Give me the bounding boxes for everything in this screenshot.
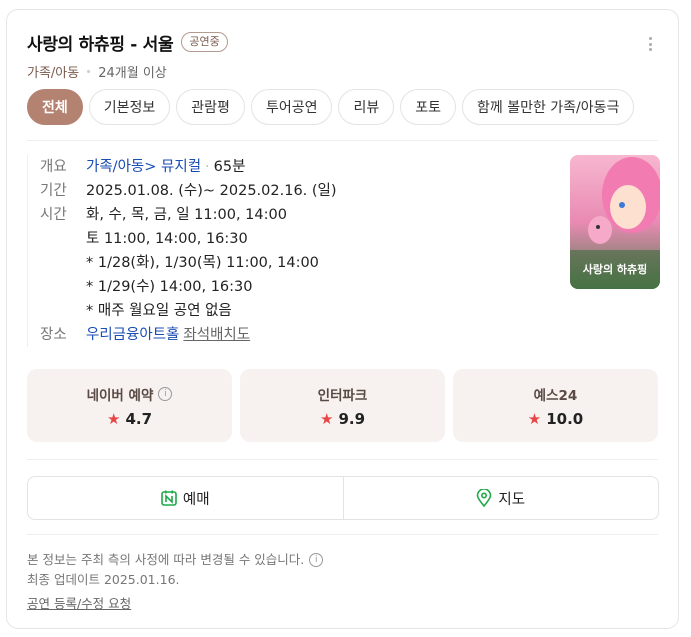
rating-source: 인터파크: [317, 387, 368, 404]
tab-all[interactable]: 전체: [27, 89, 83, 125]
category-link[interactable]: 가족/아동: [27, 62, 79, 81]
time-row: 시간 화, 수, 목, 금, 일 11:00, 14:00 토 11:00, 1…: [40, 203, 547, 323]
period-label: 기간: [40, 183, 67, 199]
genre-link[interactable]: 가족/아동: [86, 159, 144, 175]
poster-image[interactable]: 사랑의 하츄핑: [570, 155, 660, 289]
overview-label: 개요: [40, 159, 67, 175]
map-pin-icon: [476, 489, 492, 507]
action-bar: 예매 지도: [27, 476, 659, 520]
star-icon: ★: [106, 409, 121, 428]
time-label: 시간: [40, 207, 67, 223]
edit-request-link[interactable]: 공연 등록/수정 요청: [27, 593, 131, 612]
time-line: 화, 수, 목, 금, 일 11:00, 14:00: [86, 207, 287, 223]
rating-interpark[interactable]: 인터파크 ★ 9.9: [240, 369, 445, 442]
reserve-label: 예매: [182, 491, 210, 508]
tab-reviews[interactable]: 리뷰: [338, 89, 395, 125]
rating-score: 10.0: [546, 409, 584, 428]
notice-text: 본 정보는 주최 측의 사정에 따라 변경될 수 있습니다.: [27, 552, 305, 567]
rating-yes24[interactable]: 예스24 ★ 10.0: [453, 369, 658, 442]
time-line: * 1/29(수) 14:00, 16:30: [86, 279, 253, 295]
tab-photos[interactable]: 포토: [400, 89, 456, 125]
rating-score: 4.7: [125, 409, 153, 428]
time-line: * 매주 월요일 공연 없음: [86, 303, 232, 319]
status-badge: 공연중: [181, 32, 228, 52]
separator-dot: [87, 70, 91, 73]
tab-tour[interactable]: 투어공연: [250, 89, 333, 125]
star-icon: ★: [527, 409, 542, 428]
rating-naver[interactable]: 네이버 예약 i ★ 4.7: [27, 369, 232, 442]
rating-source: 예스24: [533, 387, 578, 404]
performance-card: 사랑의 하츄핑 - 서울 공연중 가족/아동 24개월 이상 전체 기본정보 관…: [6, 9, 679, 629]
time-line: * 1/28(화), 1/30(목) 11:00, 14:00: [86, 255, 319, 271]
period-row: 기간 2025.01.08. (수)~ 2025.02.16. (일): [40, 179, 547, 203]
subgenre-link[interactable]: > 뮤지컬: [144, 159, 201, 175]
map-button[interactable]: 지도: [342, 477, 659, 519]
rating-score: 9.9: [338, 409, 366, 428]
ratings-section: 네이버 예약 i ★ 4.7 인터파크 ★ 9.9 예스24 ★ 10.0: [27, 369, 658, 442]
poster-title-art: 사랑의 하츄핑: [583, 262, 648, 276]
card-header: 사랑의 하츄핑 - 서울 공연중 가족/아동 24개월 이상: [27, 30, 658, 81]
tab-basic-info[interactable]: 기본정보: [88, 89, 171, 125]
tab-related-shows[interactable]: 함께 볼만한 가족/아동극: [462, 89, 635, 125]
more-options-icon[interactable]: [642, 36, 658, 52]
seat-map-link[interactable]: 좌석배치도: [183, 327, 250, 343]
divider: [27, 459, 658, 460]
venue-row: 장소 우리금융아트홀 좌석배치도: [40, 323, 547, 347]
venue-label: 장소: [40, 327, 67, 343]
age-limit: 24개월 이상: [98, 66, 167, 81]
runtime: 65분: [213, 159, 246, 175]
tab-audience-reviews[interactable]: 관람평: [176, 89, 245, 125]
naver-reserve-icon: [161, 490, 177, 506]
divider: [27, 140, 658, 141]
overview-row: 개요 가족/아동> 뮤지컬 · 65분: [40, 155, 547, 179]
map-label: 지도: [498, 491, 526, 508]
period-value: 2025.01.08. (수)~ 2025.02.16. (일): [86, 183, 337, 199]
info-section: 개요 가족/아동> 뮤지컬 · 65분 기간 2025.01.08. (수)~ 20…: [27, 155, 547, 347]
last-updated: 최종 업데이트 2025.01.16.: [27, 572, 180, 587]
reserve-button[interactable]: 예매: [28, 477, 343, 519]
notice: 본 정보는 주최 측의 사정에 따라 변경될 수 있습니다. i 최종 업데이트 …: [27, 550, 324, 590]
tab-bar: 전체 기본정보 관람평 투어공연 리뷰 포토 함께 볼만한 가족/아동극: [27, 89, 635, 125]
time-line: 토 11:00, 14:00, 16:30: [86, 231, 248, 247]
venue-link[interactable]: 우리금융아트홀: [86, 327, 179, 343]
info-icon[interactable]: i: [309, 553, 324, 567]
star-icon: ★: [319, 409, 334, 428]
rating-source: 네이버 예약: [86, 387, 154, 404]
divider: [27, 534, 658, 535]
info-icon[interactable]: i: [158, 386, 173, 401]
page-title: 사랑의 하츄핑 - 서울: [27, 34, 174, 55]
